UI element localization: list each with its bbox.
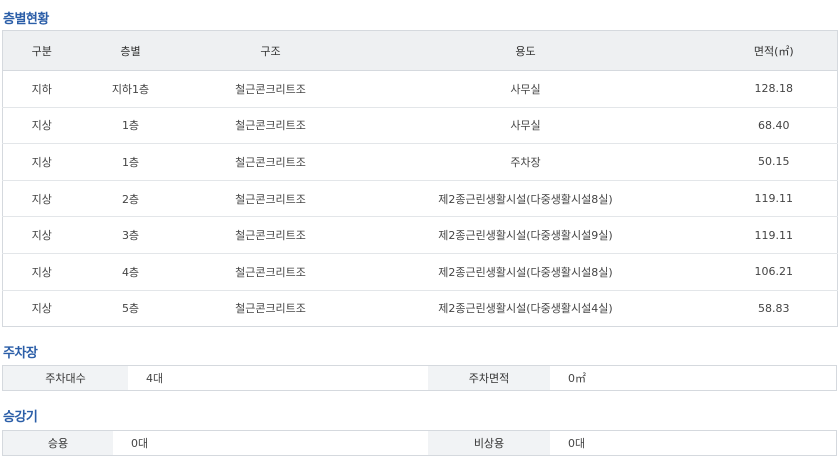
table-row: 지상 1층 철근콘크리트조 주차장 50.15 (2, 143, 838, 181)
col-header-area: 면적(㎡) (690, 30, 838, 71)
cell-usage: 사무실 (360, 70, 691, 108)
cell-division: 지상 (2, 107, 81, 145)
parking-area-label: 주차면적 (428, 366, 550, 390)
cell-division: 지상 (2, 143, 81, 181)
col-header-structure: 구조 (180, 30, 361, 71)
cell-usage: 제2종근린생활시설(다중생활시설9실) (360, 216, 691, 254)
elevator-section-title: 승강기 (3, 410, 38, 425)
cell-area: 68.40 (690, 107, 838, 145)
col-header-floor: 층별 (80, 30, 181, 71)
cell-structure: 철근콘크리트조 (180, 143, 361, 181)
emergency-elevator-label: 비상용 (428, 431, 550, 455)
cell-floor: 3층 (80, 216, 181, 254)
table-row: 지상 1층 철근콘크리트조 사무실 68.40 (2, 107, 838, 145)
cell-structure: 철근콘크리트조 (180, 180, 361, 218)
cell-usage: 제2종근린생활시설(다중생활시설8실) (360, 253, 691, 291)
parking-count-label: 주차대수 (3, 366, 128, 390)
parking-info-table: 주차대수 4대 주차면적 0㎡ (2, 365, 837, 391)
cell-structure: 철근콘크리트조 (180, 107, 361, 145)
parking-count-value: 4대 (128, 366, 428, 390)
parking-section-title: 주차장 (3, 346, 38, 361)
table-header-row: 구분 층별 구조 용도 면적(㎡) (2, 30, 838, 71)
passenger-elevator-label: 승용 (3, 431, 113, 455)
cell-area: 58.83 (758, 301, 790, 315)
cell-area: 50.15 (690, 143, 838, 181)
cell-division: 지상 (31, 302, 52, 316)
floors-section-title: 층별현황 (3, 12, 49, 27)
table-row: 지상 2층 철근콘크리트조 제2종근린생활시설(다중생활시설8실) 119.11 (2, 180, 838, 218)
cell-floor: 1층 (80, 107, 181, 145)
table-row: 지하 지하1층 철근콘크리트조 사무실 128.18 (2, 70, 838, 108)
cell-structure: 철근콘크리트조 (235, 302, 306, 316)
cell-division: 지상 (2, 216, 81, 254)
cell-usage: 주차장 (360, 143, 691, 181)
cell-floor: 2층 (80, 180, 181, 218)
cell-usage: 제2종근린생활시설(다중생활시설4실) (438, 302, 613, 316)
cell-area: 128.18 (690, 70, 838, 108)
floor-status-table: 구분 층별 구조 용도 면적(㎡) 지하 지하1층 철근콘크리트조 사무실 12… (2, 30, 838, 328)
col-header-usage: 용도 (360, 30, 691, 71)
cell-structure: 철근콘크리트조 (180, 70, 361, 108)
table-row: 지상 4층 철근콘크리트조 제2종근린생활시설(다중생활시설8실) 106.21 (2, 253, 838, 291)
parking-area-value: 0㎡ (550, 366, 836, 390)
cell-division: 지상 (2, 253, 81, 291)
table-row: 지상 5층 철근콘크리트조 제2종근린생활시설(다중생활시설4실) 58.83 (3, 290, 838, 327)
cell-structure: 철근콘크리트조 (180, 216, 361, 254)
cell-area: 106.21 (690, 253, 838, 291)
table-row: 지상 3층 철근콘크리트조 제2종근린생활시설(다중생활시설9실) 119.11 (2, 216, 838, 254)
cell-area: 119.11 (690, 180, 838, 218)
emergency-elevator-value: 0대 (550, 431, 836, 455)
passenger-elevator-value: 0대 (113, 431, 428, 455)
cell-floor: 5층 (121, 302, 140, 316)
cell-floor: 지하1층 (80, 70, 181, 108)
cell-usage: 제2종근린생활시설(다중생활시설8실) (360, 180, 691, 218)
cell-usage: 사무실 (360, 107, 691, 145)
cell-division: 지하 (2, 70, 81, 108)
cell-division: 지상 (2, 180, 81, 218)
cell-floor: 4층 (80, 253, 181, 291)
col-header-division: 구분 (2, 30, 81, 71)
cell-area: 119.11 (690, 216, 838, 254)
elevator-info-table: 승용 0대 비상용 0대 (2, 430, 837, 456)
cell-structure: 철근콘크리트조 (180, 253, 361, 291)
cell-floor: 1층 (80, 143, 181, 181)
